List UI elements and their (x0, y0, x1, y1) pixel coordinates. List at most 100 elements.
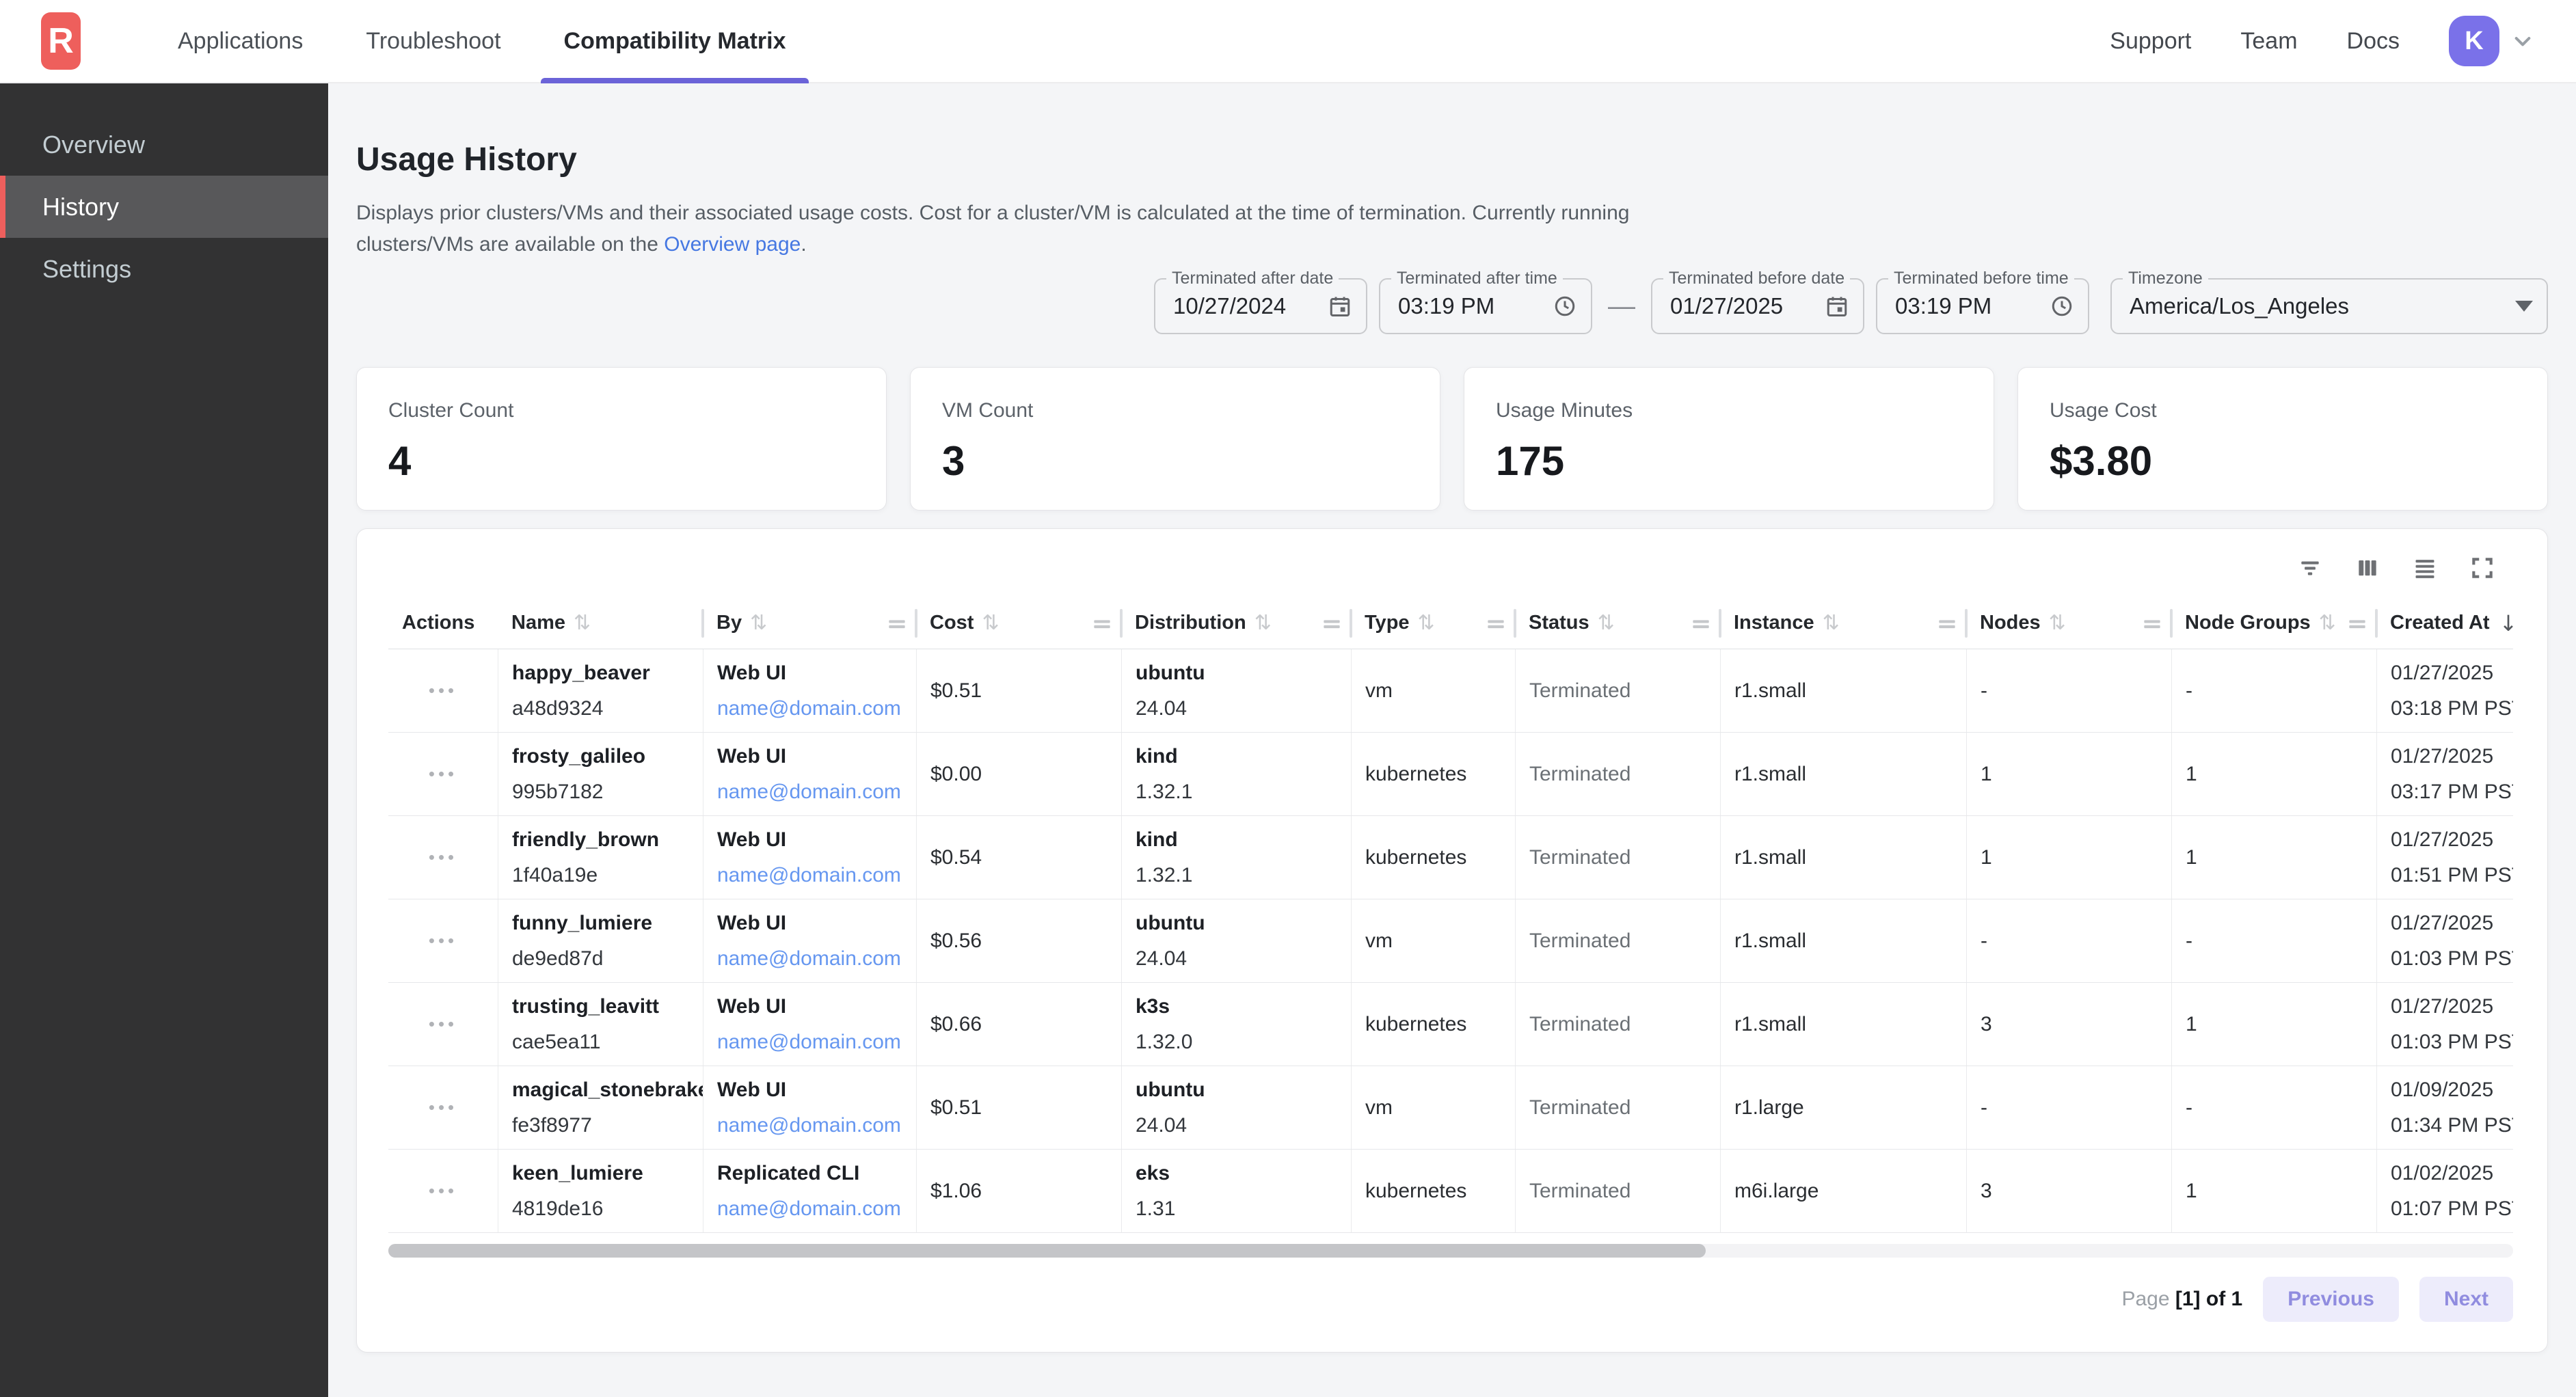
nav-item-compatibility-matrix[interactable]: Compatibility Matrix (533, 0, 818, 82)
cell-node-groups: - (2171, 649, 2376, 732)
sort-icon[interactable]: ⇅ (2049, 611, 2066, 635)
column-menu-icon[interactable] (1479, 614, 1505, 633)
sidebar-item-label: History (42, 193, 119, 221)
column-label: Node Groups (2185, 612, 2311, 634)
cell-cost: $0.54 (916, 816, 1121, 899)
sort-icon[interactable]: ⇅ (1598, 611, 1615, 635)
user-menu[interactable]: K (2449, 16, 2534, 66)
table-body: •••happy_beavera48d9324Web UIname@domain… (388, 649, 2513, 1233)
email-link[interactable]: name@domain.com (717, 946, 902, 972)
horizontal-scrollbar (388, 1244, 2513, 1258)
nav-item-troubleshoot[interactable]: Troubleshoot (334, 0, 532, 82)
distribution-version: 24.04 (1136, 696, 1337, 722)
columns-icon[interactable] (2354, 555, 2380, 581)
created-date: 01/27/2025 (2391, 994, 2513, 1020)
sidebar-item-history[interactable]: History (0, 176, 328, 238)
nav-item-applications[interactable]: Applications (146, 0, 334, 82)
previous-button[interactable]: Previous (2263, 1277, 2399, 1322)
filter-bar: Terminated after date 10/27/2024 Termina… (356, 278, 2548, 334)
cell-instance: r1.large (1720, 1066, 1966, 1149)
row-actions-menu-icon[interactable]: ••• (429, 1180, 457, 1202)
email-link[interactable]: name@domain.com (717, 863, 902, 889)
avatar[interactable]: K (2449, 16, 2499, 66)
column-header-distribution[interactable]: Distribution⇅ (1121, 597, 1351, 649)
sort-desc-icon[interactable]: ↓ (2499, 610, 2513, 636)
node-groups-value: - (2186, 930, 2363, 953)
scrollbar-thumb[interactable] (388, 1244, 1706, 1258)
sort-icon[interactable]: ⇅ (982, 611, 999, 635)
table-row: •••happy_beavera48d9324Web UIname@domain… (388, 649, 2513, 733)
column-header-status[interactable]: Status⇅ (1515, 597, 1720, 649)
next-button[interactable]: Next (2419, 1277, 2513, 1322)
column-menu-icon[interactable] (881, 614, 907, 633)
replicated-logo[interactable]: R (41, 12, 81, 70)
sort-icon[interactable]: ⇅ (1255, 611, 1272, 635)
overview-page-link[interactable]: Overview page (664, 233, 801, 256)
node-groups-value: 1 (2186, 763, 2363, 786)
cell-status: Terminated (1515, 983, 1720, 1066)
cell-name: friendly_brown1f40a19e (498, 816, 703, 899)
column-menu-icon[interactable] (1931, 614, 1957, 633)
terminated-after-date-field[interactable]: Terminated after date 10/27/2024 (1154, 278, 1367, 334)
sidebar-item-settings[interactable]: Settings (0, 238, 328, 300)
cluster-id: 995b7182 (512, 779, 689, 805)
column-header-node-groups[interactable]: Node Groups ⇅ (2171, 597, 2376, 649)
column-menu-icon[interactable] (1315, 614, 1341, 633)
column-header-instance[interactable]: Instance⇅ (1720, 597, 1966, 649)
row-actions-menu-icon[interactable]: ••• (429, 680, 457, 701)
column-menu-icon[interactable] (2341, 614, 2367, 633)
created-time: 03:18 PM PST (2391, 696, 2513, 722)
cell-node-groups: 1 (2171, 983, 2376, 1066)
density-icon[interactable] (2412, 555, 2438, 581)
row-actions-menu-icon[interactable]: ••• (429, 1097, 457, 1118)
cell-nodes: 3 (1966, 1150, 2171, 1232)
cell-name: magical_stonebrakerfe3f8977 (498, 1066, 703, 1149)
row-actions-menu-icon[interactable]: ••• (429, 1014, 457, 1035)
stat-label: Usage Cost (2050, 399, 2516, 422)
sort-icon[interactable]: ⇅ (750, 611, 767, 635)
email-link[interactable]: name@domain.com (717, 1029, 902, 1055)
stat-value: 3 (942, 437, 1408, 485)
email-link[interactable]: name@domain.com (717, 696, 902, 722)
timezone-select[interactable]: Timezone America/Los_Angeles (2110, 278, 2548, 334)
terminated-after-time-field[interactable]: Terminated after time 03:19 PM (1379, 278, 1592, 334)
cell-status: Terminated (1515, 1150, 1720, 1232)
column-header-created-at[interactable]: Created At↓ (2376, 597, 2513, 649)
sort-icon[interactable]: ⇅ (1823, 611, 1840, 635)
cell-distribution: eks1.31 (1121, 1150, 1351, 1232)
sort-icon[interactable]: ⇅ (574, 611, 591, 635)
created-by-source: Web UI (717, 744, 902, 770)
distribution-name: ubuntu (1136, 910, 1337, 936)
column-header-cost[interactable]: Cost⇅ (916, 597, 1121, 649)
filter-icon[interactable] (2297, 555, 2323, 581)
column-header-nodes[interactable]: Nodes⇅ (1966, 597, 2171, 649)
nav-link-team[interactable]: Team (2240, 28, 2297, 55)
column-header-by[interactable]: By⇅ (703, 597, 916, 649)
email-link[interactable]: name@domain.com (717, 779, 902, 805)
distribution-version: 24.04 (1136, 946, 1337, 972)
terminated-before-date-field[interactable]: Terminated before date 01/27/2025 (1651, 278, 1864, 334)
row-actions-menu-icon[interactable]: ••• (429, 763, 457, 785)
nav-link-support[interactable]: Support (2110, 28, 2191, 55)
cell-nodes: - (1966, 1066, 2171, 1149)
row-actions-menu-icon[interactable]: ••• (429, 930, 457, 951)
type-value: kubernetes (1365, 1013, 1501, 1036)
sort-icon[interactable]: ⇅ (2319, 611, 2336, 635)
column-header-type[interactable]: Type⇅ (1351, 597, 1515, 649)
column-header-name[interactable]: Name⇅ (498, 597, 703, 649)
column-menu-icon[interactable] (1086, 614, 1112, 633)
email-link[interactable]: name@domain.com (717, 1196, 902, 1222)
column-menu-icon[interactable] (2136, 614, 2162, 633)
row-actions-menu-icon[interactable]: ••• (429, 847, 457, 868)
fullscreen-icon[interactable] (2469, 555, 2495, 581)
column-menu-icon[interactable] (1685, 614, 1710, 633)
email-link[interactable]: name@domain.com (717, 1113, 902, 1139)
cell-distribution: ubuntu24.04 (1121, 1066, 1351, 1149)
terminated-before-time-field[interactable]: Terminated before time 03:19 PM (1876, 278, 2089, 334)
sort-icon[interactable]: ⇅ (1418, 611, 1435, 635)
page-description: Displays prior clusters/VMs and their as… (356, 198, 1641, 260)
field-label: Terminated before time (1888, 269, 2074, 288)
nav-link-docs[interactable]: Docs (2347, 28, 2400, 55)
sidebar-item-overview[interactable]: Overview (0, 113, 328, 176)
chevron-down-icon[interactable] (2512, 30, 2534, 52)
